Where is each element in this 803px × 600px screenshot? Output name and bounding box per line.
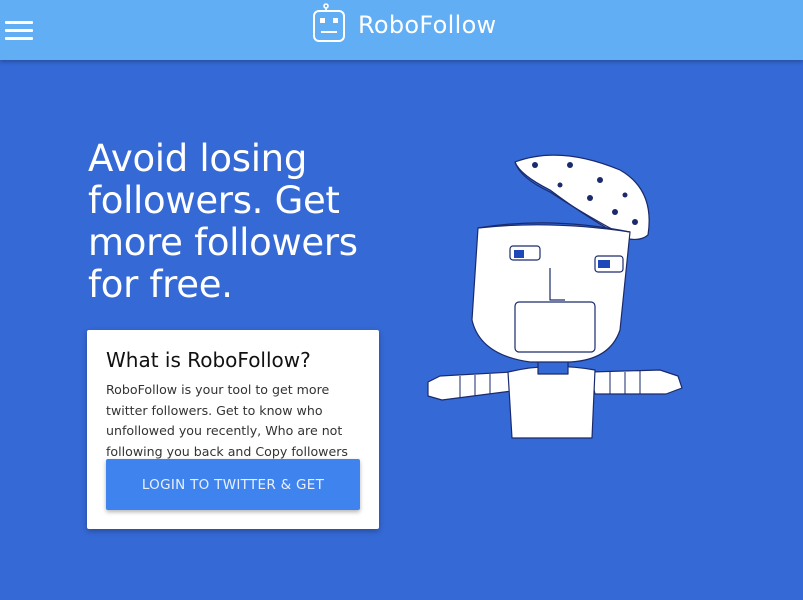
robot-illustration	[427, 154, 683, 439]
brand-link[interactable]: RoboFollow	[312, 3, 496, 43]
hamburger-menu-icon[interactable]	[5, 19, 33, 41]
info-card: What is RoboFollow? RoboFollow is your t…	[87, 330, 379, 529]
login-to-twitter-button[interactable]: LOGIN TO TWITTER & GET	[106, 459, 360, 510]
hero-headline: Avoid losing followers. Get more followe…	[88, 137, 358, 306]
brand-name: RoboFollow	[358, 11, 497, 39]
card-title: What is RoboFollow?	[106, 348, 311, 372]
robot-head-icon	[313, 3, 345, 42]
top-app-bar: RoboFollow	[0, 0, 803, 60]
